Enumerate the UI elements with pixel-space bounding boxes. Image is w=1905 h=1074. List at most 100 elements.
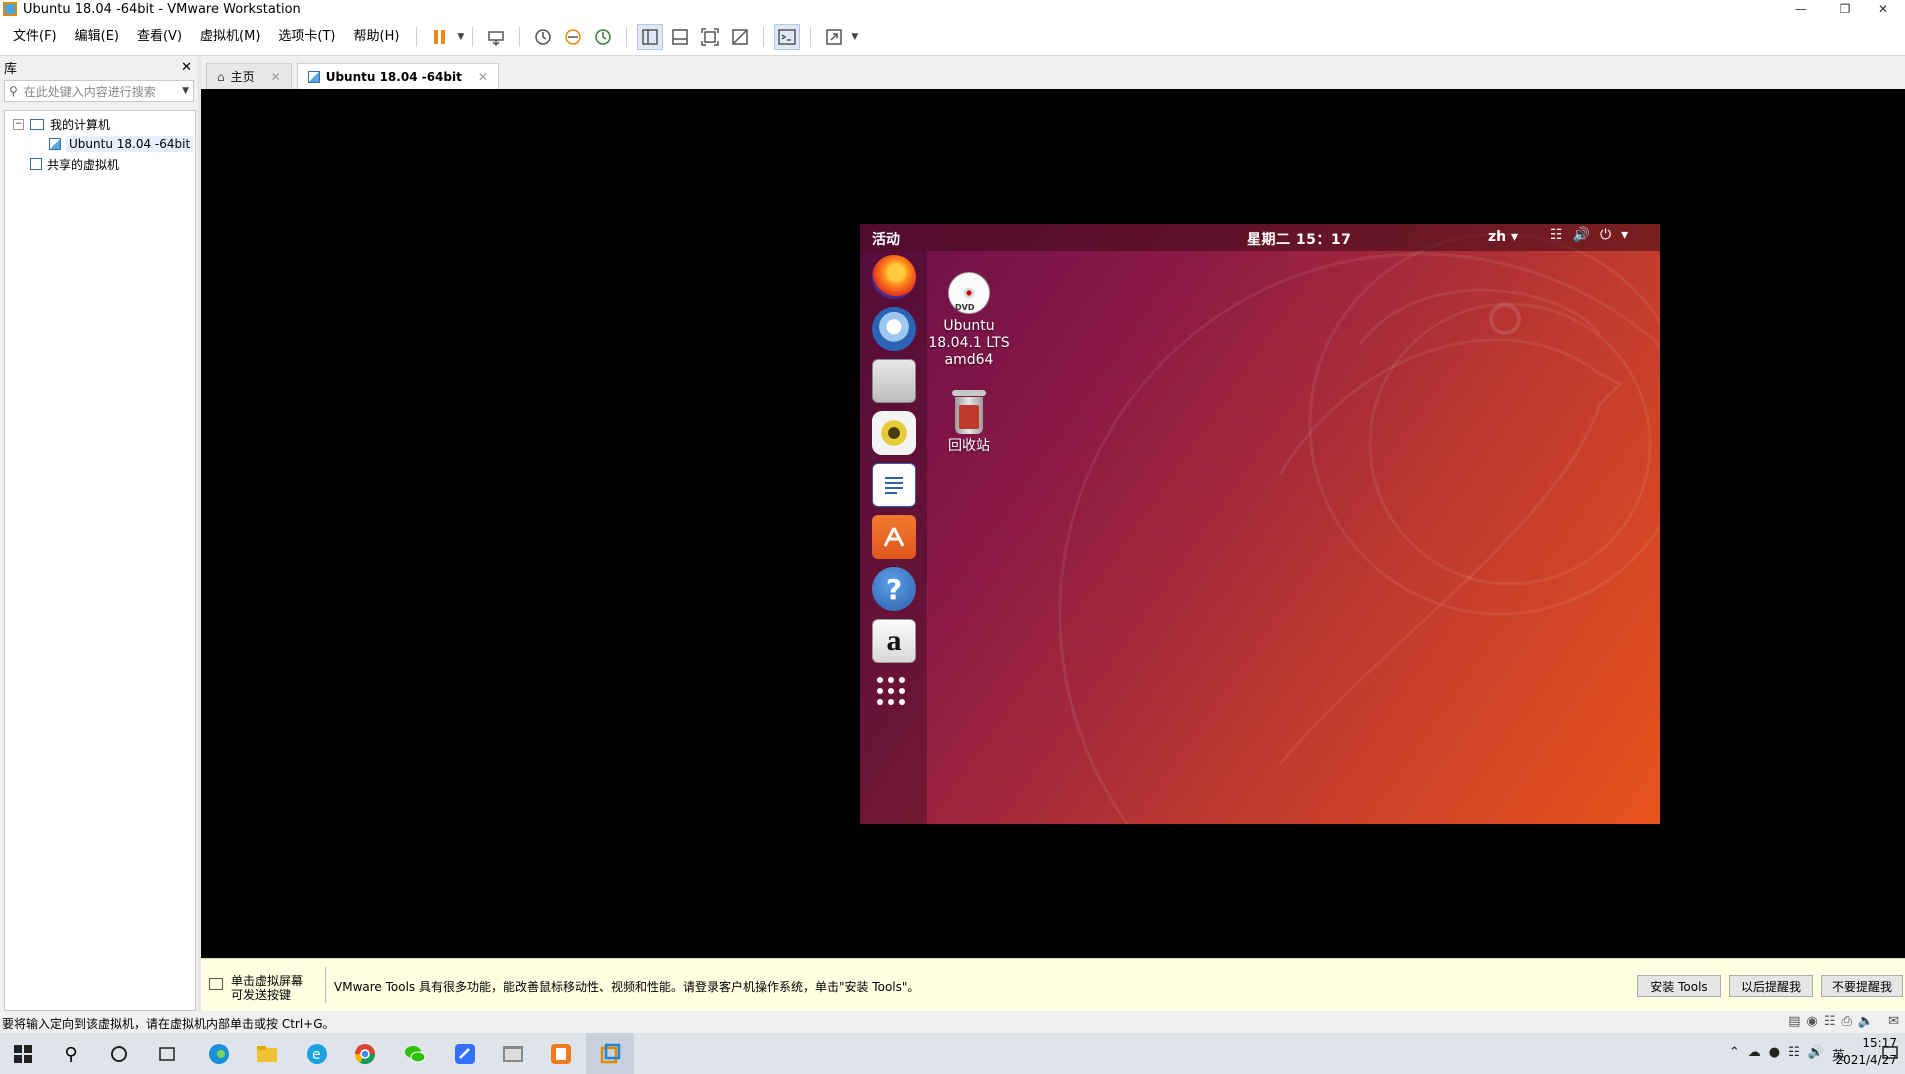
ubuntu-dock: ? a: [860, 251, 927, 824]
show-apps-icon[interactable]: [877, 677, 905, 705]
input-method-indicator[interactable]: zh ▾: [1488, 229, 1518, 245]
vmware-workstation-taskbar-icon[interactable]: [586, 1033, 634, 1074]
menu-help[interactable]: 帮助(H): [345, 18, 409, 55]
library-close-icon[interactable]: ✕: [181, 60, 192, 75]
search-icon[interactable]: ⚲: [58, 1041, 84, 1067]
title-bar: Ubuntu 18.04 -64bit - VMware Workstation…: [0, 0, 1905, 18]
system-tray[interactable]: ☷ 🔊 ⏻ ▾: [1550, 227, 1628, 243]
sound-icon[interactable]: 🔈: [1858, 1014, 1874, 1029]
snapshot-manager-icon[interactable]: [590, 24, 616, 50]
console-view-icon[interactable]: [774, 23, 801, 50]
pause-icon[interactable]: [427, 24, 453, 50]
menu-toolbar: 文件(F) 编辑(E) 查看(V) 虚拟机(M) 选项卡(T) 帮助(H) ▼ …: [0, 18, 1905, 56]
cortana-icon[interactable]: [106, 1041, 132, 1067]
tab-ubuntu[interactable]: Ubuntu 18.04 -64bit ✕: [296, 63, 499, 89]
tree-label-shared: 共享的虚拟机: [47, 157, 120, 172]
library-title: 库: [4, 61, 18, 77]
wechat-icon[interactable]: [402, 1041, 428, 1067]
menu-vm[interactable]: 虚拟机(M): [191, 18, 269, 55]
stretch-guest-icon[interactable]: [821, 24, 847, 50]
menu-view[interactable]: 查看(V): [128, 18, 191, 55]
qq-icon[interactable]: ●: [1769, 1045, 1780, 1064]
amazon-icon[interactable]: a: [872, 619, 916, 663]
tray-dropdown-icon: ▾: [1621, 227, 1629, 243]
unity-mode-icon[interactable]: [727, 24, 753, 50]
gnome-top-bar: 活动 星期二 15：17 zh ▾ ☷ 🔊 ⏻ ▾: [860, 224, 1660, 251]
status-bar: 要将输入定向到该虚拟机，请在虚拟机内部单击或按 Ctrl+G。 ▤ ◉ ☷ ⎙ …: [0, 1011, 1905, 1033]
tab-close-icon[interactable]: ✕: [478, 70, 488, 84]
tab-close-icon[interactable]: ✕: [271, 70, 281, 84]
search-placeholder: 在此处键入内容进行搜索: [23, 84, 156, 99]
send-ctrl-alt-del-icon[interactable]: [483, 24, 509, 50]
cd-icon[interactable]: ◉: [1807, 1014, 1818, 1029]
status-text: 要将输入定向到该虚拟机，请在虚拟机内部单击或按 Ctrl+G。: [2, 1017, 335, 1031]
vm-tab-icon: [307, 70, 320, 83]
minimize-button[interactable]: —: [1779, 0, 1823, 18]
revert-snapshot-icon[interactable]: [560, 24, 586, 50]
cloud-icon[interactable]: ☁: [1748, 1045, 1761, 1064]
libreoffice-writer-icon[interactable]: [872, 463, 916, 507]
firefox-icon[interactable]: [872, 255, 916, 299]
library-search-input[interactable]: ⚲ 在此处键入内容进行搜索 ▼: [4, 80, 194, 102]
files-icon[interactable]: [872, 359, 916, 403]
close-button[interactable]: ✕: [1861, 0, 1905, 18]
menu-edit[interactable]: 编辑(E): [66, 18, 128, 55]
vm-icon: [49, 138, 61, 150]
app-orange-icon[interactable]: [548, 1041, 574, 1067]
search-dropdown-icon[interactable]: ▼: [182, 86, 189, 96]
rhythmbox-icon[interactable]: [872, 411, 916, 455]
gnome-clock[interactable]: 星期二 15：17: [1247, 229, 1351, 249]
network-adapter-icon[interactable]: ☷: [1824, 1014, 1836, 1029]
desktop-icon-dvd[interactable]: DVD Ubuntu 18.04.1 LTS amd64: [919, 272, 1019, 369]
install-tools-button[interactable]: 安装 Tools: [1637, 975, 1721, 997]
never-remind-button[interactable]: 不要提醒我: [1821, 975, 1903, 997]
printer-icon[interactable]: ⎙: [1842, 1014, 1852, 1029]
tab-home-label: 主页: [230, 70, 255, 84]
show-hidden-icons-icon[interactable]: ⌃: [1729, 1045, 1740, 1064]
file-explorer-icon[interactable]: [254, 1041, 280, 1067]
network-icon[interactable]: ☷: [1788, 1045, 1800, 1064]
vm-display[interactable]: 活动 星期二 15：17 zh ▾ ☷ 🔊 ⏻ ▾ ? a DVD Ubuntu…: [201, 89, 1905, 958]
show-library-icon[interactable]: [637, 23, 664, 50]
tree-label-my-computer: 我的计算机: [50, 117, 111, 132]
chrome-icon[interactable]: [352, 1041, 378, 1067]
menu-file[interactable]: 文件(F): [4, 18, 66, 55]
message-log-icon[interactable]: ✉: [1888, 1014, 1899, 1029]
keyboard-icon: [209, 978, 223, 990]
snapshot-icon[interactable]: [530, 24, 556, 50]
stretch-dropdown-icon[interactable]: ▼: [851, 32, 858, 42]
desktop-icon-trash[interactable]: 回收站: [919, 390, 1019, 455]
library-tree: − 我的计算机 Ubuntu 18.04 -64bit 共享的虚拟机: [4, 110, 196, 1011]
help-icon[interactable]: ?: [872, 567, 916, 611]
device-status-icons: ▤ ◉ ☷ ⎙ 🔈 ✉: [1788, 1014, 1899, 1029]
activities-button[interactable]: 活动: [872, 229, 900, 249]
tree-shared-vms[interactable]: 共享的虚拟机: [5, 154, 195, 174]
vmware-window-icon[interactable]: [500, 1041, 526, 1067]
edge-icon[interactable]: [206, 1041, 232, 1067]
ie-icon[interactable]: e: [304, 1041, 330, 1067]
software-center-icon[interactable]: [872, 515, 916, 559]
action-center-icon[interactable]: [1881, 1044, 1899, 1062]
pause-dropdown-icon[interactable]: ▼: [457, 32, 464, 42]
trash-label: 回收站: [948, 438, 990, 454]
ubuntu-desktop[interactable]: 活动 星期二 15：17 zh ▾ ☷ 🔊 ⏻ ▾ ? a DVD Ubuntu…: [860, 224, 1660, 824]
hdd-icon[interactable]: ▤: [1788, 1014, 1800, 1029]
thumbnail-bar-icon[interactable]: [667, 24, 693, 50]
start-icon[interactable]: [10, 1041, 36, 1067]
menu-tabs[interactable]: 选项卡(T): [269, 18, 344, 55]
tree-vm-ubuntu[interactable]: Ubuntu 18.04 -64bit: [5, 134, 195, 154]
tab-home[interactable]: ⌂ 主页 ✕: [206, 63, 292, 89]
library-panel: 库 ✕ ⚲ 在此处键入内容进行搜索 ▼ − 我的计算机 Ubuntu 18.04…: [0, 56, 198, 1011]
tree-my-computer[interactable]: − 我的计算机: [5, 114, 195, 134]
full-screen-icon[interactable]: [697, 24, 723, 50]
network-icon: ☷: [1550, 227, 1563, 243]
home-icon: ⌂: [217, 69, 225, 84]
task-view-icon[interactable]: [154, 1041, 180, 1067]
remind-later-button[interactable]: 以后提醒我: [1729, 975, 1813, 997]
click-hint: 单击虚拟屏幕 可发送按键: [231, 974, 304, 1002]
tab-ubuntu-label: Ubuntu 18.04 -64bit: [325, 69, 462, 84]
window-title: Ubuntu 18.04 -64bit - VMware Workstation: [23, 1, 301, 17]
feishu-icon[interactable]: [452, 1041, 478, 1067]
collapse-icon[interactable]: −: [13, 118, 24, 130]
thunderbird-icon[interactable]: [872, 307, 916, 351]
